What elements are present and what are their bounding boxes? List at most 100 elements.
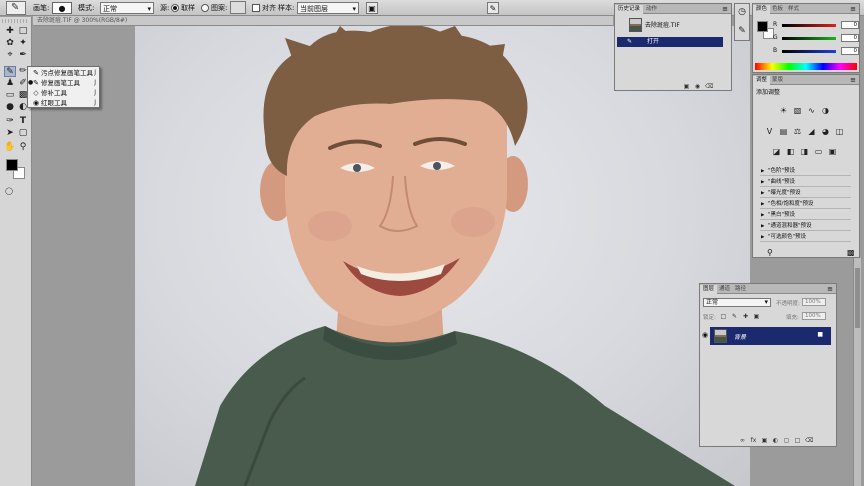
tab-adjustments[interactable]: 调整 bbox=[753, 76, 771, 85]
threshold-icon[interactable]: ◨ bbox=[800, 147, 809, 156]
panel-menu-icon[interactable]: ≡ bbox=[827, 284, 833, 294]
red-slider-track[interactable] bbox=[782, 24, 836, 27]
layer-visibility-eye-icon[interactable]: ◉ bbox=[702, 331, 708, 339]
channel-mixer-icon[interactable]: ◫ bbox=[835, 127, 844, 136]
new-adjustment-layer-icon[interactable]: ◐ bbox=[772, 437, 779, 444]
preset-levels[interactable]: "色阶"预设 bbox=[760, 167, 851, 176]
document-canvas[interactable] bbox=[135, 26, 750, 486]
tool-preset-picker[interactable] bbox=[6, 1, 26, 15]
flyout-item-patch[interactable]: ◇ 修补工具 J bbox=[28, 88, 99, 98]
panel-menu-icon[interactable]: ≡ bbox=[850, 75, 856, 85]
layer-row-background[interactable]: 背景 ■ bbox=[710, 327, 831, 345]
eyedropper-tool-icon[interactable]: ✒ bbox=[17, 50, 29, 61]
delete-state-icon[interactable]: ⌫ bbox=[705, 83, 713, 90]
tab-layers[interactable]: 图层 bbox=[700, 285, 718, 294]
adjustments-info-icon[interactable]: ▩ bbox=[847, 248, 855, 257]
blur-tool-icon[interactable]: ● bbox=[4, 102, 16, 113]
history-state-open[interactable]: ✎ 打开 bbox=[617, 37, 723, 47]
blend-mode-dropdown[interactable]: 正常 bbox=[703, 298, 771, 307]
marquee-tool-icon[interactable]: □ bbox=[17, 26, 29, 37]
vibrance-icon[interactable]: V bbox=[765, 127, 774, 136]
delete-layer-icon[interactable]: ⌫ bbox=[805, 437, 813, 444]
history-panel-icon[interactable]: ◷ bbox=[736, 7, 748, 18]
flyout-item-healing-brush[interactable]: ● ✎ 修复画笔工具 J bbox=[28, 78, 99, 88]
clone-stamp-tool-icon[interactable]: ♟ bbox=[4, 78, 16, 89]
hand-tool-icon[interactable]: ✋ bbox=[4, 142, 16, 153]
photo-filter-icon[interactable]: ◕ bbox=[821, 127, 830, 136]
tab-channels[interactable]: 通道 bbox=[716, 285, 733, 294]
hue-saturation-icon[interactable]: ▤ bbox=[779, 127, 788, 136]
color-foreground-swatch[interactable] bbox=[757, 21, 768, 32]
preset-channel-mixer[interactable]: "通道混和器"预设 bbox=[760, 222, 851, 231]
invert-icon[interactable]: ◪ bbox=[772, 147, 781, 156]
posterize-icon[interactable]: ◧ bbox=[786, 147, 795, 156]
tab-paths[interactable]: 路径 bbox=[732, 285, 749, 294]
new-layer-icon[interactable]: □ bbox=[794, 437, 801, 444]
document-tab[interactable]: 去除斑痘.TIF @ 300%(RGB/8#) bbox=[33, 16, 613, 26]
pen-tool-icon[interactable]: ✑ bbox=[4, 116, 16, 127]
history-snapshot[interactable]: 去除斑痘.TIF bbox=[617, 17, 725, 34]
brush-panel-icon[interactable]: ✎ bbox=[736, 26, 748, 37]
panel-dock-scrollbar[interactable] bbox=[853, 258, 861, 486]
aligned-checkbox[interactable] bbox=[252, 4, 260, 12]
red-value-field[interactable]: 0 bbox=[841, 21, 859, 29]
brightness-contrast-icon[interactable]: ☀ bbox=[779, 106, 788, 115]
tab-color[interactable]: 颜色 bbox=[753, 5, 771, 14]
healing-brush-tool-icon[interactable]: ✎ bbox=[4, 66, 16, 77]
flyout-item-spot-healing[interactable]: ✎ 污点修复画笔工具 J bbox=[28, 68, 99, 78]
mode-dropdown[interactable]: 正常 bbox=[100, 2, 154, 15]
add-mask-icon[interactable]: ▣ bbox=[761, 437, 768, 444]
tab-history[interactable]: 历史记录 bbox=[615, 5, 644, 14]
exposure-icon[interactable]: ◑ bbox=[821, 106, 830, 115]
green-slider-track[interactable] bbox=[782, 37, 836, 40]
shape-tool-icon[interactable]: ▢ bbox=[17, 128, 29, 139]
color-spectrum-ramp[interactable] bbox=[755, 63, 857, 70]
green-slider[interactable]: G 0 bbox=[773, 34, 859, 43]
lock-transparency-icon[interactable]: □ bbox=[720, 313, 727, 320]
path-selection-tool-icon[interactable]: ➤ bbox=[4, 128, 16, 139]
lock-position-icon[interactable]: ✚ bbox=[742, 313, 749, 320]
blue-value-field[interactable]: 0 bbox=[841, 47, 859, 55]
gradient-map-icon[interactable]: ▭ bbox=[814, 147, 823, 156]
blue-slider[interactable]: B 0 bbox=[773, 47, 859, 56]
preset-exposure[interactable]: "曝光度"预设 bbox=[760, 189, 851, 198]
clip-to-layer-icon[interactable]: ⚲ bbox=[767, 248, 773, 257]
opacity-field[interactable]: 100% bbox=[802, 298, 826, 306]
magic-wand-tool-icon[interactable]: ✦ bbox=[17, 38, 29, 49]
ignore-adjustment-layers-icon[interactable]: ▣ bbox=[366, 2, 378, 14]
preset-selective-color[interactable]: "可选颜色"预设 bbox=[760, 233, 851, 242]
type-tool-icon[interactable]: T bbox=[17, 116, 29, 127]
color-balance-icon[interactable]: ⚖ bbox=[793, 127, 802, 136]
pattern-radio[interactable] bbox=[201, 4, 209, 12]
preset-hue-saturation[interactable]: "色相/饱和度"预设 bbox=[760, 200, 851, 209]
tab-styles[interactable]: 样式 bbox=[785, 5, 802, 14]
tab-masks[interactable]: 蒙版 bbox=[769, 76, 786, 85]
selective-color-icon[interactable]: ▣ bbox=[828, 147, 837, 156]
eraser-tool-icon[interactable]: ▭ bbox=[4, 90, 16, 101]
foreground-color-swatch[interactable] bbox=[6, 159, 18, 171]
tablet-pressure-icon[interactable]: ✎ bbox=[487, 2, 499, 14]
preset-black-white[interactable]: "黑白"预设 bbox=[760, 211, 851, 220]
panel-menu-icon[interactable]: ≡ bbox=[850, 4, 856, 14]
quick-mask-icon[interactable]: ◯ bbox=[3, 186, 15, 197]
curves-icon[interactable]: ∿ bbox=[807, 106, 816, 115]
tab-actions[interactable]: 动作 bbox=[643, 5, 660, 14]
layer-style-icon[interactable]: fx bbox=[750, 437, 757, 444]
new-group-icon[interactable]: ▢ bbox=[783, 437, 790, 444]
panel-menu-icon[interactable]: ≡ bbox=[722, 4, 728, 14]
link-layers-icon[interactable]: ∞ bbox=[739, 437, 746, 444]
crop-tool-icon[interactable]: ⌖ bbox=[4, 50, 16, 61]
scrollbar-thumb[interactable] bbox=[855, 268, 860, 328]
move-tool-icon[interactable]: ✚ bbox=[4, 26, 16, 37]
sampled-radio[interactable] bbox=[171, 4, 179, 12]
preset-curves[interactable]: "曲线"预设 bbox=[760, 178, 851, 187]
fill-field[interactable]: 100% bbox=[802, 312, 826, 320]
new-document-from-state-icon[interactable]: ▣ bbox=[683, 83, 690, 90]
black-white-icon[interactable]: ◢ bbox=[807, 127, 816, 136]
green-value-field[interactable]: 0 bbox=[841, 34, 859, 42]
toolbox-grip[interactable] bbox=[2, 19, 29, 23]
brush-picker[interactable] bbox=[52, 2, 72, 14]
lock-pixels-icon[interactable]: ✎ bbox=[731, 313, 738, 320]
blue-slider-track[interactable] bbox=[782, 50, 836, 53]
pattern-picker[interactable] bbox=[230, 1, 246, 14]
